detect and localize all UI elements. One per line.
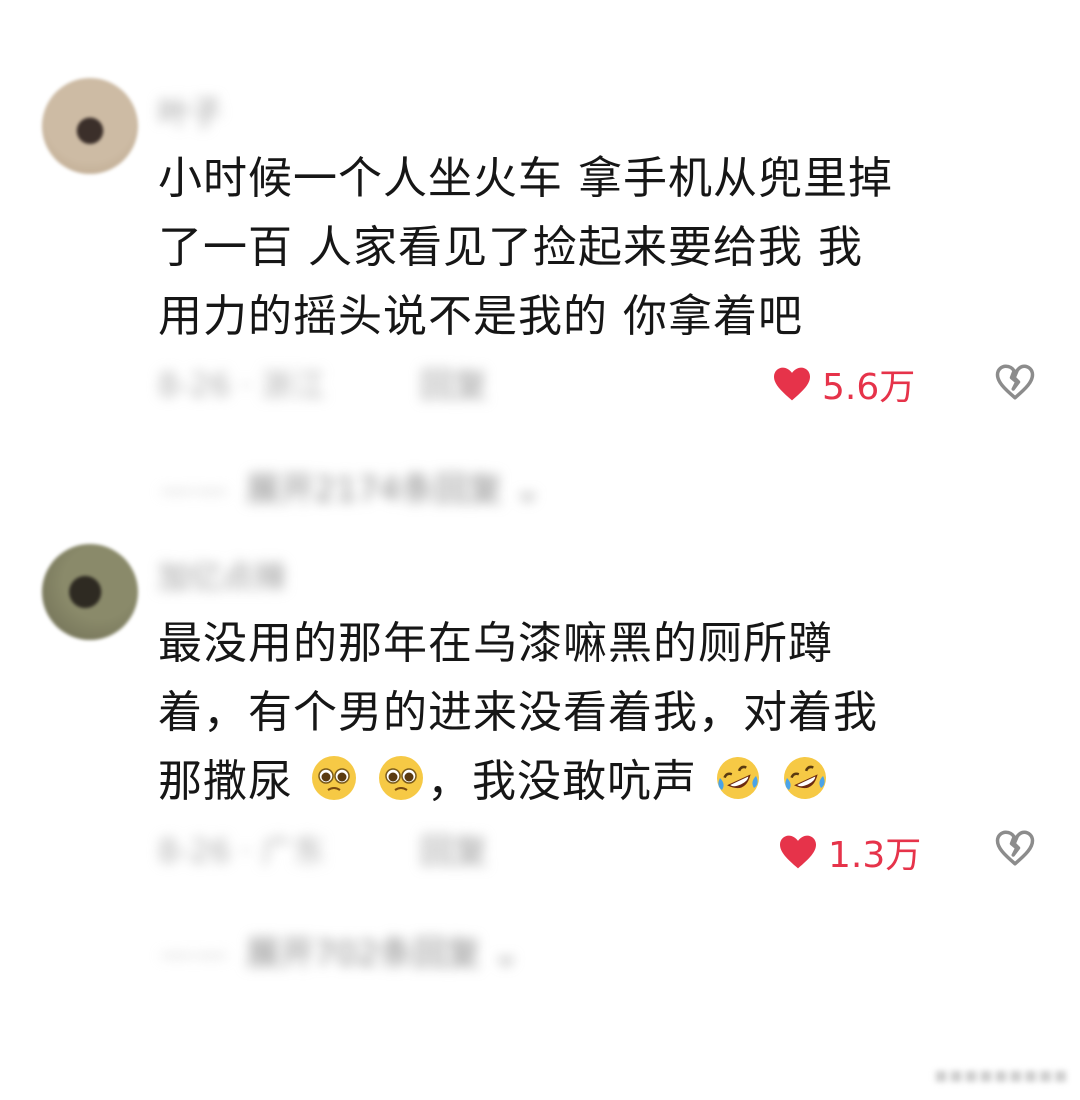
rolling-laughing-emoji: [717, 757, 759, 799]
broken-heart-icon[interactable]: [994, 828, 1036, 868]
broken-heart-icon[interactable]: [994, 362, 1036, 402]
comment-text: 最没用的那年在乌漆嘛黑的厕所蹲 着，有个男的进来没看着我，对着我 那撒尿 ，我没…: [158, 609, 1038, 816]
like-count: 5.6万: [822, 367, 916, 408]
pleading-face-emoji: [312, 756, 356, 800]
chevron-down-icon: ⌄: [480, 934, 521, 974]
expand-replies-label: 展开2174条回复: [246, 470, 503, 510]
comment-text: 小时候一个人坐火车 拿手机从兜里掉 了一百 人家看见了捡起来要给我 我 用力的摇…: [158, 144, 1038, 351]
comment-meta: 8-26 · 浙江: [158, 366, 326, 404]
heart-icon: [774, 367, 810, 401]
chevron-down-icon: ⌄: [502, 470, 542, 510]
expand-replies[interactable]: —— 展开702条回复 ⌄: [160, 926, 520, 975]
avatar[interactable]: [42, 78, 138, 174]
comment-text-segment: 那撒尿: [158, 756, 293, 807]
comment-text-line: 最没用的那年在乌漆嘛黑的厕所蹲: [158, 618, 833, 669]
like-count: 1.3万: [828, 835, 922, 876]
rolling-laughing-emoji: [784, 757, 826, 799]
reply-button[interactable]: 回复: [420, 824, 488, 873]
comment-meta: 8-26 · 广东: [158, 832, 326, 870]
avatar[interactable]: [42, 544, 138, 640]
watermark: ▪▪▪▪▪▪▪▪▪: [933, 1063, 1068, 1088]
expand-replies-label: 展开702条回复: [246, 934, 481, 974]
like-button[interactable]: 5.6万: [772, 358, 915, 410]
comment-text-line: 着，有个男的进来没看着我，对着我: [158, 687, 878, 738]
username[interactable]: 加亿点辣: [158, 552, 286, 598]
reply-button[interactable]: 回复: [420, 358, 488, 407]
heart-icon: [780, 835, 816, 869]
like-button[interactable]: 1.3万: [778, 826, 921, 878]
username[interactable]: 叶子: [158, 88, 222, 134]
comment-text-segment: ，我没敢吭声: [427, 756, 697, 807]
comment-text-line: 用力的摇头说不是我的 你拿着吧: [158, 291, 803, 342]
comment-text-line: 那撒尿 ，我没敢吭声: [158, 747, 1038, 816]
comment-text-line: 小时候一个人坐火车 拿手机从兜里掉: [158, 153, 893, 204]
pleading-face-emoji: [379, 756, 423, 800]
expand-replies[interactable]: —— 展开2174条回复 ⌄: [160, 462, 542, 511]
comment-text-line: 了一百 人家看见了捡起来要给我 我: [158, 222, 863, 273]
